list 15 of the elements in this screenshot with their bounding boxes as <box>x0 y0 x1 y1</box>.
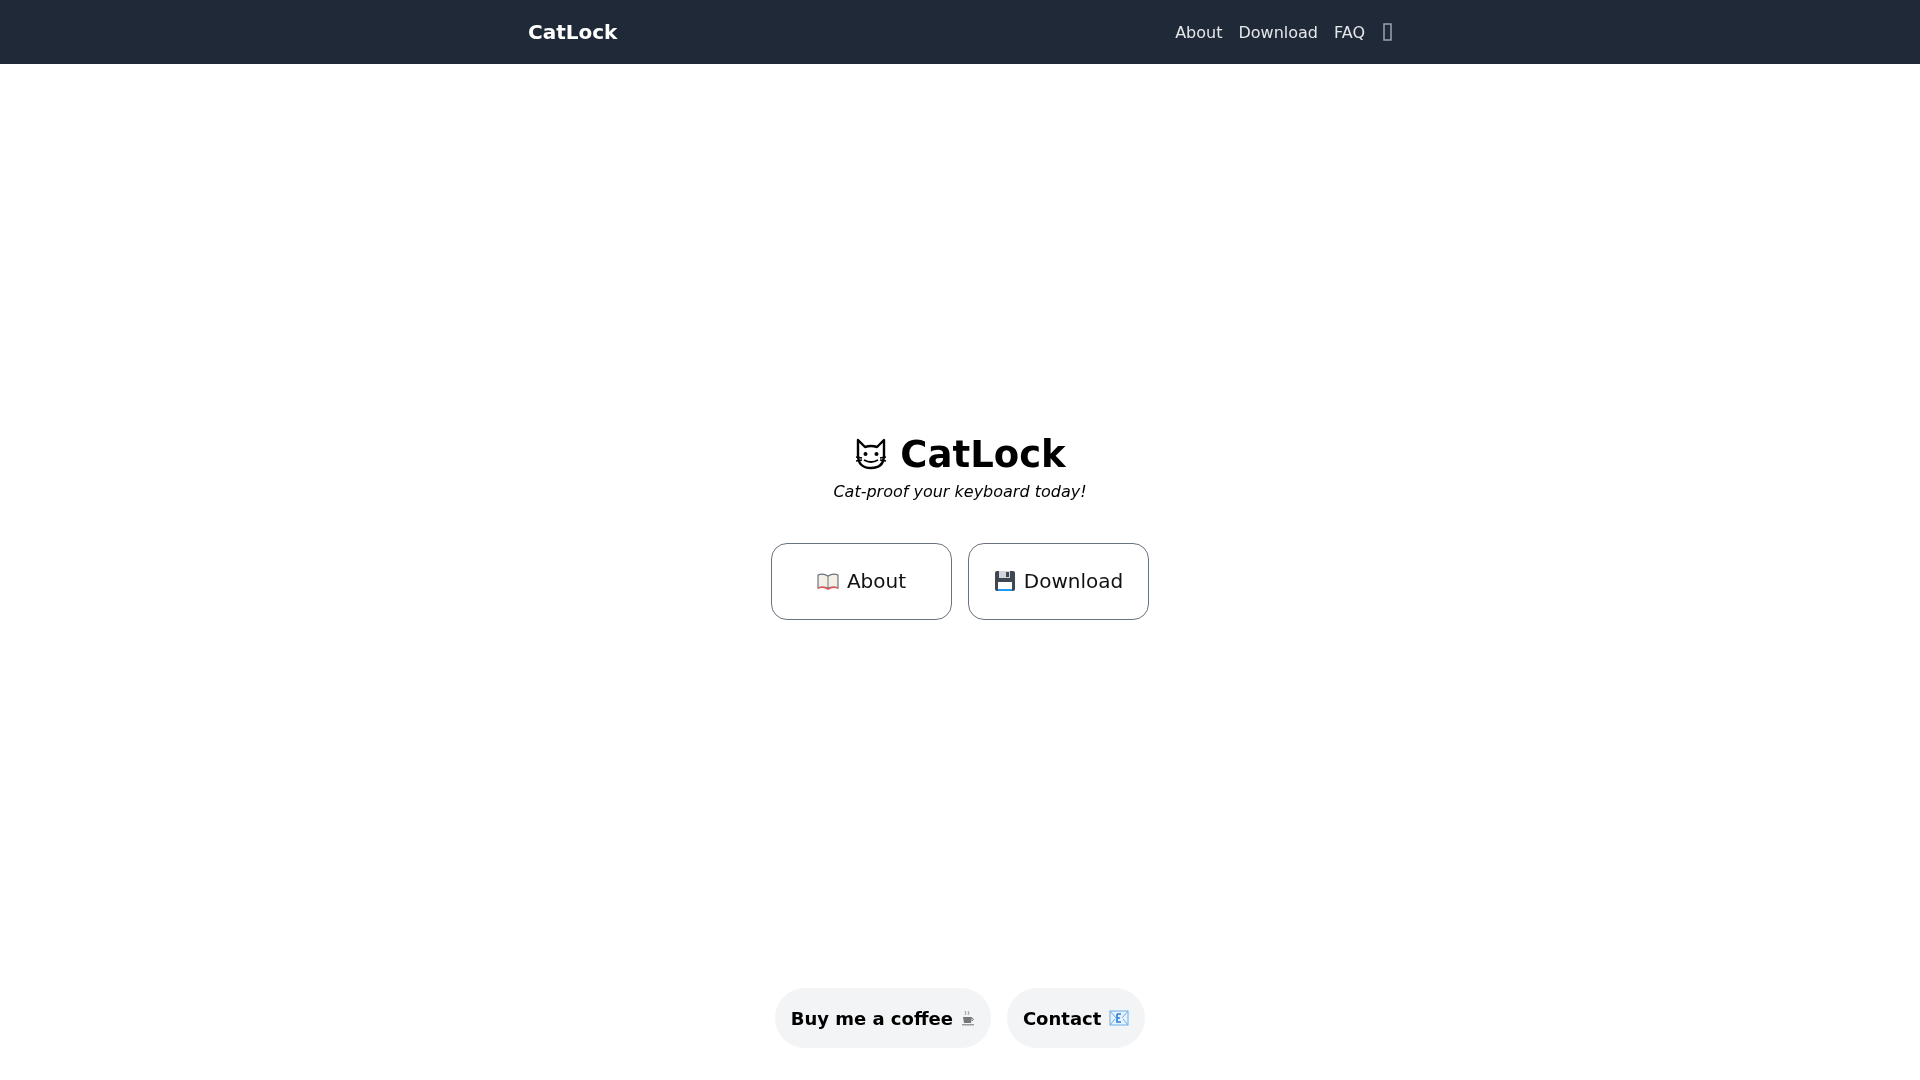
cat-face-icon <box>854 437 889 471</box>
book-icon <box>816 572 839 590</box>
brand-link[interactable]: CatLock <box>528 20 618 44</box>
envelope-icon <box>1109 1010 1130 1026</box>
coffee-button[interactable]: Buy me a coffee <box>774 988 991 1048</box>
tagline: Cat-proof your keyboard today! <box>833 481 1087 501</box>
download-button[interactable]: Download <box>968 542 1149 620</box>
nav-link[interactable]: FAQ <box>1334 22 1365 42</box>
about-button[interactable]: About <box>771 542 952 620</box>
coffee-cup-icon <box>960 1010 975 1026</box>
nav-link[interactable]: Download <box>1238 22 1318 42</box>
hero-title: CatLock <box>900 432 1066 476</box>
placeholder-glyph-icon[interactable] <box>1383 23 1392 41</box>
contact-button[interactable]: Contact <box>1006 988 1146 1048</box>
nav-link[interactable]: About <box>1175 22 1223 42</box>
